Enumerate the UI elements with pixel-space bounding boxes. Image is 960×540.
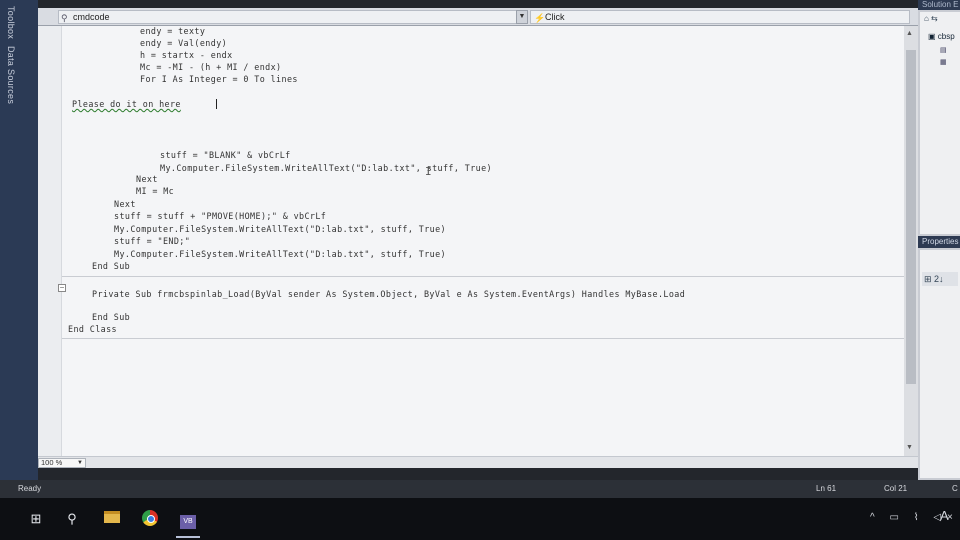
scrollbar-thumb[interactable] xyxy=(906,50,916,384)
code-line: My.Computer.FileSystem.WriteAllText("D:l… xyxy=(114,224,446,234)
solution-explorer: ⌂ ⇆ ▣ cbsp ▤ ▦ xyxy=(920,12,960,234)
project-icon: ▣ xyxy=(928,32,936,41)
method-separator xyxy=(62,338,906,339)
code-line: End Sub xyxy=(92,312,131,322)
char-indicator: C xyxy=(952,484,958,493)
code-line: stuff = "BLANK" & vbCrLf xyxy=(160,150,291,160)
zoom-dropdown[interactable]: 100 % ▼ xyxy=(38,458,86,468)
chevron-down-icon: ▼ xyxy=(77,460,83,466)
visual-studio-icon[interactable]: VB xyxy=(178,510,198,529)
taskbar: ⊞ ⚲ VB ^ ▭ ⌇ ◁× A xyxy=(0,498,960,540)
code-line: Mc = -MI - (h + MI / endx) xyxy=(140,62,282,72)
lightning-icon: ⚡ xyxy=(534,13,546,23)
chrome-icon[interactable] xyxy=(140,510,160,528)
file-explorer-icon[interactable] xyxy=(102,510,122,528)
desktop-screen: Toolbox Data Sources ⚲ cmdcode ▼ ⚡ Click… xyxy=(0,0,960,540)
project-item[interactable]: ▣ cbsp xyxy=(928,32,955,41)
vertical-scrollbar[interactable]: ▲ ▼ xyxy=(904,26,918,456)
scroll-down-icon[interactable]: ▼ xyxy=(906,444,913,451)
code-line: For I As Integer = 0 To lines xyxy=(140,74,298,84)
windows-start-icon[interactable]: ⊞ xyxy=(26,510,46,528)
column-number: Col 21 xyxy=(884,484,908,493)
ibeam-cursor-icon: I xyxy=(425,165,432,178)
code-line: My.Computer.FileSystem.WriteAllText("D:l… xyxy=(160,163,492,173)
chevron-down-icon[interactable]: ▼ xyxy=(516,10,528,24)
input-language-icon[interactable]: A xyxy=(940,508,949,523)
right-tool-panel: Solution E ⌂ ⇆ ▣ cbsp ▤ ▦ Properties ⊞ 2… xyxy=(918,0,960,480)
status-text: Ready xyxy=(18,484,42,493)
class-icon: ⚲ xyxy=(61,13,68,23)
method-name-dropdown[interactable]: ⚡ Click xyxy=(530,10,910,24)
toolbox-tab[interactable]: Toolbox xyxy=(6,6,16,39)
folder-icon[interactable]: ▤ xyxy=(940,46,947,54)
project-label: cbsp xyxy=(937,32,955,41)
code-line: Next xyxy=(136,174,158,184)
code-line: Private Sub frmcbspinlab_Load(ByVal send… xyxy=(92,289,686,299)
tool-window-strip: Toolbox Data Sources xyxy=(0,0,38,480)
class-name-label: cmdcode xyxy=(73,12,110,22)
form-icon[interactable]: ▦ xyxy=(940,58,947,66)
data-sources-tab[interactable]: Data Sources xyxy=(6,46,16,104)
comment-line: Please do it on here xyxy=(72,99,181,109)
code-editor[interactable]: − endy = texty endy = Val(endy) h = star… xyxy=(38,26,906,456)
collapse-icon[interactable]: − xyxy=(58,284,66,292)
code-line: End Sub xyxy=(92,261,131,271)
code-line: Next xyxy=(114,199,136,209)
code-line: MI = Mc xyxy=(136,186,175,196)
active-app-indicator xyxy=(176,536,200,538)
code-line: My.Computer.FileSystem.WriteAllText("D:l… xyxy=(114,249,446,259)
text-caret xyxy=(216,99,217,109)
zoom-value: 100 % xyxy=(41,458,63,467)
solution-explorer-header[interactable]: Solution E xyxy=(918,0,960,10)
code-line: endy = texty xyxy=(140,26,206,36)
line-number: Ln 61 xyxy=(816,484,837,493)
navigation-bar: ⚲ cmdcode ▼ ⚡ Click xyxy=(38,8,918,26)
line-gutter xyxy=(38,26,62,456)
code-line: stuff = stuff + "PMOVE(HOME);" & vbCrLf xyxy=(114,211,327,221)
solution-toolbar-icon[interactable]: ⌂ ⇆ xyxy=(924,14,938,23)
code-line: stuff = "END;" xyxy=(114,236,191,246)
search-icon[interactable]: ⚲ xyxy=(62,510,82,528)
scroll-up-icon[interactable]: ▲ xyxy=(906,30,913,37)
properties-panel: ⊞ 2↓ xyxy=(920,250,960,478)
properties-header[interactable]: Properties xyxy=(918,236,960,248)
status-bar: Ready Ln 61 Col 21 C xyxy=(0,480,960,498)
code-line: h = startx - endx xyxy=(140,50,233,60)
code-line: endy = Val(endy) xyxy=(140,38,228,48)
sort-alphabetical-icon[interactable]: ⊞ 2↓ xyxy=(922,272,958,286)
method-name-label: Click xyxy=(545,12,565,22)
class-name-dropdown[interactable]: ⚲ cmdcode xyxy=(58,10,518,24)
method-separator xyxy=(62,276,906,277)
zoom-bar: 100 % ▼ xyxy=(38,456,918,468)
code-line: End Class xyxy=(68,324,117,334)
